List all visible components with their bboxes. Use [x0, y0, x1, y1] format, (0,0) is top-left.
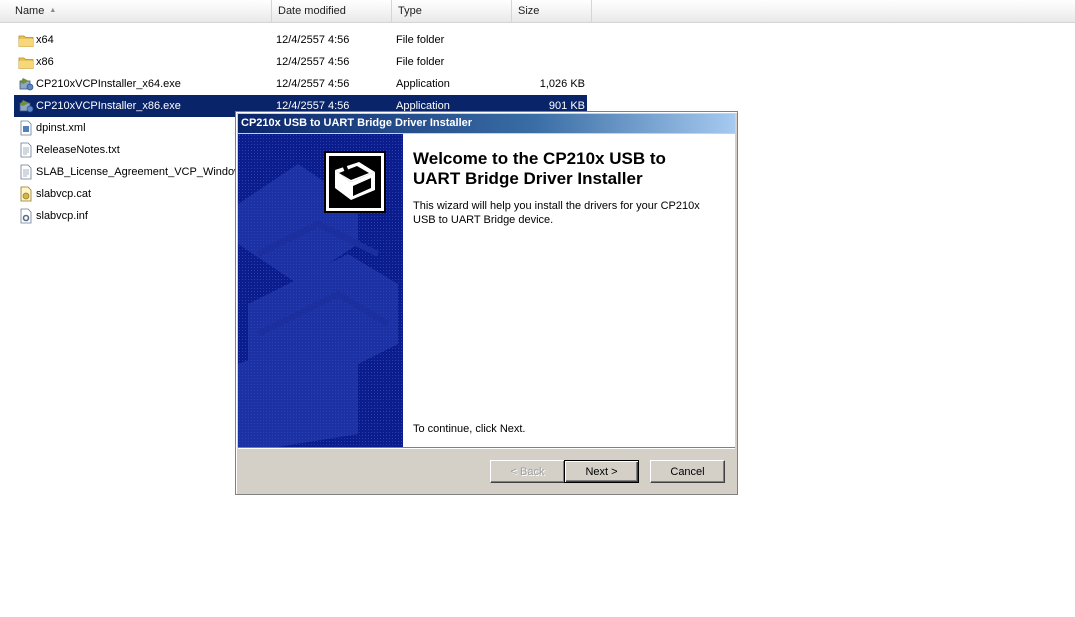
file-name: SLAB_License_Agreement_VCP_Windows: [36, 166, 248, 178]
dialog-content: Welcome to the CP210x USB to UART Bridge…: [238, 134, 735, 447]
cancel-button[interactable]: Cancel: [650, 460, 725, 483]
usb-device-logo-icon: [324, 151, 386, 213]
file-size: 1,026 KB: [539, 78, 585, 90]
column-name-label: Name: [15, 5, 45, 17]
text-file-icon: [18, 164, 34, 180]
dialog-separator: [238, 447, 735, 449]
text-file-icon: [18, 142, 34, 158]
back-button[interactable]: < Back: [490, 460, 565, 483]
file-name: slabvcp.inf: [36, 210, 88, 222]
settings-file-icon: [18, 208, 34, 224]
sort-up-icon: ▲: [49, 7, 57, 14]
file-name: dpinst.xml: [36, 122, 86, 134]
file-row[interactable]: CP210xVCPInstaller_x64.exe 12/4/2557 4:56…: [14, 73, 587, 95]
installer-icon: [18, 76, 34, 92]
wizard-banner: [238, 134, 403, 447]
file-date: 12/4/2557 4:56: [276, 34, 350, 46]
file-name: x64: [36, 34, 54, 46]
column-header-size[interactable]: Size: [512, 0, 592, 22]
folder-icon: [18, 32, 34, 48]
welcome-heading: Welcome to the CP210x USB to UART Bridge…: [413, 149, 666, 188]
file-date: 12/4/2557 4:56: [276, 78, 350, 90]
catalog-file-icon: [18, 186, 34, 202]
column-date-label: Date modified: [278, 5, 346, 17]
dialog-title[interactable]: CP210x USB to UART Bridge Driver Install…: [238, 114, 735, 133]
file-name: ReleaseNotes.txt: [36, 144, 120, 156]
folder-icon: [18, 54, 34, 70]
column-header-date[interactable]: Date modified: [272, 0, 392, 22]
column-header-bar: Name ▲ Date modified Type Size: [0, 0, 1075, 23]
next-button[interactable]: Next >: [564, 460, 639, 483]
file-row[interactable]: x86 12/4/2557 4:56 File folder: [14, 51, 587, 73]
installer-icon: [18, 98, 34, 114]
file-name: CP210xVCPInstaller_x86.exe: [36, 100, 181, 112]
file-name: x86: [36, 56, 54, 68]
column-type-label: Type: [398, 5, 422, 17]
installer-dialog: CP210x USB to UART Bridge Driver Install…: [235, 111, 738, 495]
column-header-name[interactable]: Name ▲: [0, 0, 272, 22]
welcome-description: This wizard will help you install the dr…: [413, 200, 700, 226]
continue-instruction: To continue, click Next.: [413, 423, 526, 435]
file-name: slabvcp.cat: [36, 188, 92, 200]
column-header-type[interactable]: Type: [392, 0, 512, 22]
file-type: File folder: [396, 56, 445, 68]
file-date: 12/4/2557 4:56: [276, 56, 350, 68]
xml-file-icon: [18, 120, 34, 136]
file-name: CP210xVCPInstaller_x64.exe: [36, 78, 181, 90]
column-size-label: Size: [518, 5, 540, 17]
file-type: File folder: [396, 34, 445, 46]
file-type: Application: [396, 78, 450, 90]
file-row[interactable]: x64 12/4/2557 4:56 File folder: [14, 29, 587, 51]
